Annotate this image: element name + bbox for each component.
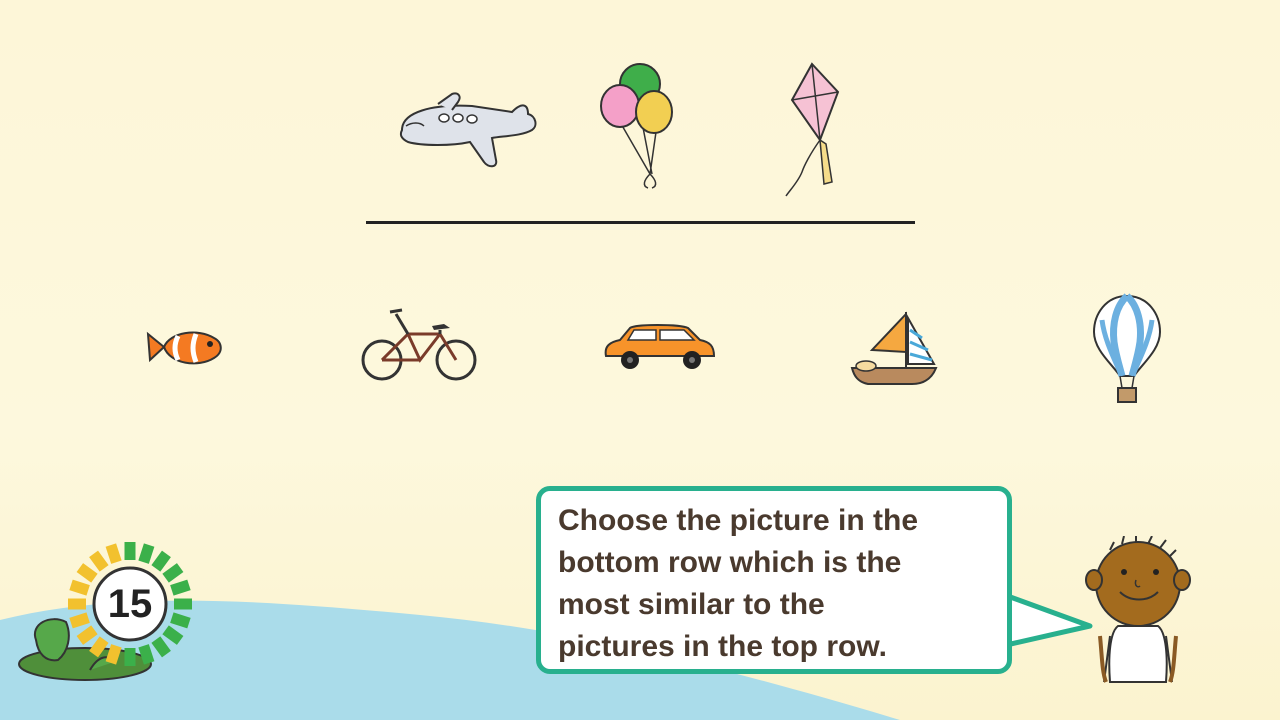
timer-segment bbox=[105, 543, 122, 564]
timer-segment bbox=[69, 612, 90, 629]
car-icon[interactable] bbox=[600, 322, 718, 372]
bicycle-icon[interactable] bbox=[360, 304, 478, 382]
timer-segment bbox=[89, 550, 109, 572]
timer-segment bbox=[69, 579, 90, 596]
boy-character bbox=[1080, 536, 1196, 686]
sailboat-icon[interactable] bbox=[848, 308, 940, 388]
balloons-icon bbox=[598, 62, 676, 194]
timer-count: 15 bbox=[107, 582, 153, 626]
fish-icon[interactable] bbox=[144, 322, 228, 372]
airplane-icon bbox=[392, 90, 540, 174]
timer-segment bbox=[89, 636, 109, 658]
timer-segment bbox=[138, 644, 155, 665]
row-divider bbox=[366, 221, 915, 224]
game-stage: 15 Choose the picture in the bottom row … bbox=[0, 0, 1280, 720]
timer-segment bbox=[151, 636, 171, 658]
timer-segment bbox=[138, 543, 155, 564]
kite-icon bbox=[780, 62, 846, 198]
timer-segment bbox=[151, 550, 171, 572]
timer-segment bbox=[170, 612, 191, 629]
hot-air-balloon-icon[interactable] bbox=[1090, 292, 1164, 404]
timer-segment bbox=[170, 579, 191, 596]
timer-segment bbox=[105, 644, 122, 665]
instruction-text: Choose the picture in the bottom row whi… bbox=[558, 504, 919, 663]
